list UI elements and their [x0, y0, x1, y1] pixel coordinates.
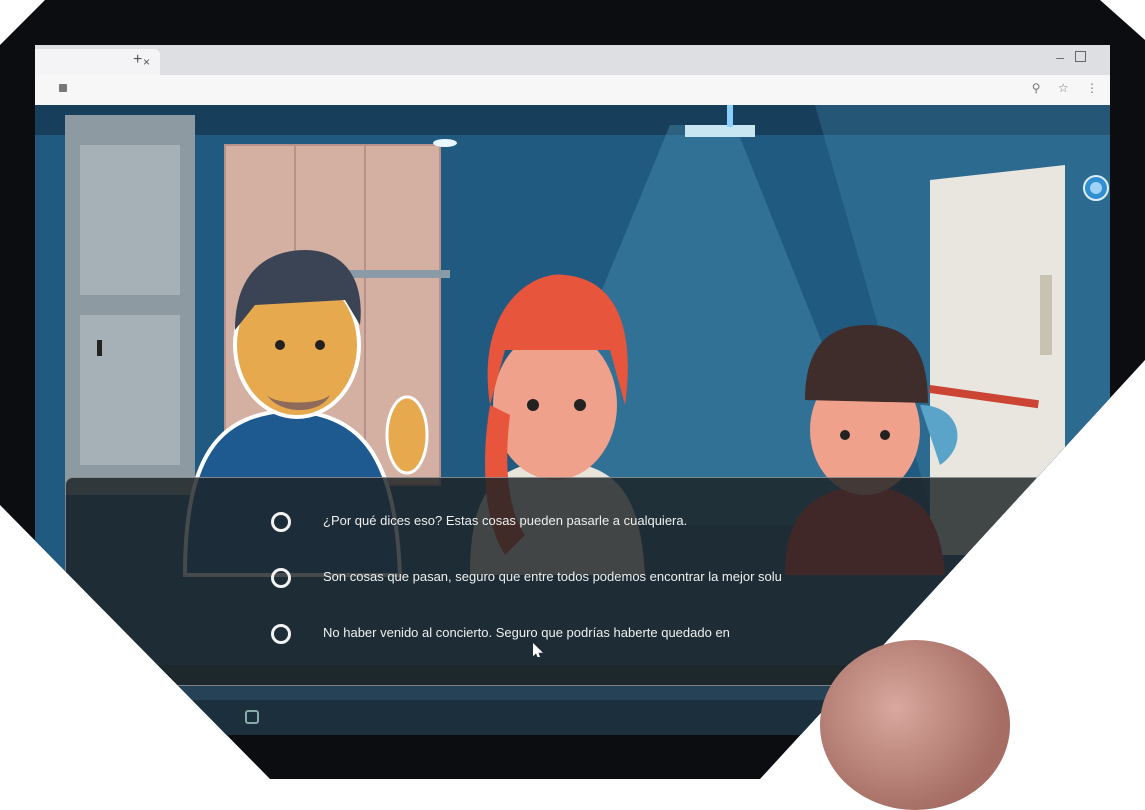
close-tab-icon[interactable]: × — [143, 49, 150, 75]
screen: × + – ⚲ ☆ ⋮ ¿Por qué dices eso? Estas co… — [35, 45, 1110, 735]
menu-icon[interactable]: ⋮ — [1086, 81, 1098, 95]
new-tab-icon[interactable]: + — [133, 51, 142, 69]
radio-button[interactable] — [271, 624, 291, 644]
hand-finger — [820, 640, 1010, 810]
dialogue-option-text: No haber venido al concierto. Seguro que… — [323, 625, 730, 640]
extension-icon[interactable]: ⚲ — [1032, 81, 1041, 95]
globe-icon[interactable] — [1083, 175, 1109, 201]
radio-button[interactable] — [271, 512, 291, 532]
browser-tab-bar: × + – — [35, 45, 1110, 75]
dialogue-option-text: Son cosas que pasan, seguro que entre to… — [323, 569, 782, 584]
dialogue-option-1[interactable]: ¿Por qué dices eso? Estas cosas pueden p… — [271, 508, 1071, 542]
lock-icon — [59, 84, 67, 92]
minimize-icon[interactable]: – — [1056, 49, 1064, 65]
radio-button[interactable] — [271, 568, 291, 588]
dialogue-option-2[interactable]: Son cosas que pasan, seguro que entre to… — [271, 564, 1071, 598]
maximize-icon[interactable] — [1075, 51, 1086, 62]
bookmark-icon[interactable]: ☆ — [1058, 81, 1069, 95]
address-bar: ⚲ ☆ ⋮ — [35, 75, 1110, 106]
settings-icon[interactable] — [245, 710, 259, 724]
url-field[interactable] — [75, 82, 415, 96]
dialogue-option-text: ¿Por qué dices eso? Estas cosas pueden p… — [323, 513, 688, 528]
